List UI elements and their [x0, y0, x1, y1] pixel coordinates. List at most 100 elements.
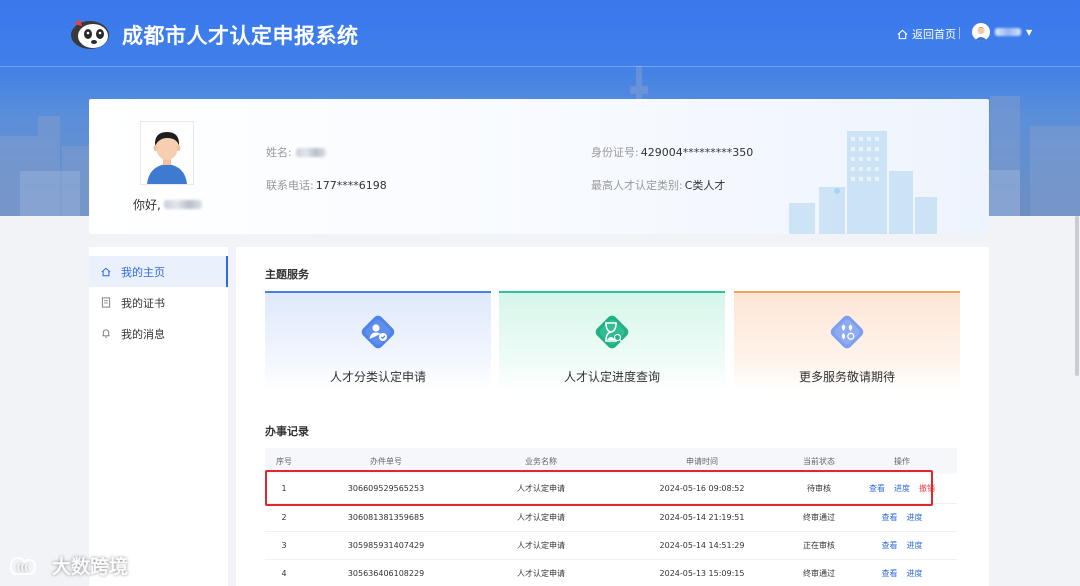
user-check-icon — [361, 315, 395, 349]
site-logo-icon[interactable] — [68, 16, 112, 52]
order-number: 305636406108229 — [347, 569, 425, 578]
phone-label: 联系电话: — [266, 179, 314, 192]
order-number: 306081381359685 — [347, 513, 425, 522]
records-table: 序号 办件单号 业务名称 申请时间 当前状态 操作 1 306609529565… — [265, 448, 957, 586]
scrollbar-thumb[interactable] — [1075, 216, 1079, 376]
business-name: 人才认定申请 — [517, 569, 565, 578]
table-row: 3 305985931407429 人才认定申请 2024-05-14 14:5… — [265, 532, 957, 560]
progress-link[interactable]: 进度 — [907, 568, 923, 579]
home-icon — [897, 29, 908, 39]
service-label: 人才分类认定申请 — [329, 370, 426, 384]
progress-link[interactable]: 进度 — [907, 512, 923, 523]
main-content: 主题服务 人才分类认定申请 人才认定进度查询 更多服务敬请期待 办事记录 序号 … — [236, 247, 989, 586]
greeting-text: 你好, — [133, 196, 202, 213]
greeting-label: 你好, — [133, 198, 161, 212]
table-row: 1 306609529565253 人才认定申请 2024-05-16 09:0… — [265, 474, 957, 504]
row-number: 4 — [281, 569, 287, 578]
column-header: 序号 — [276, 456, 292, 466]
hourglass-search-icon — [595, 315, 629, 349]
phone-field: 联系电话: 177****6198 — [266, 177, 387, 193]
column-header: 业务名称 — [525, 456, 557, 466]
certificate-icon — [100, 297, 112, 308]
table-header: 序号 办件单号 业务名称 申请时间 当前状态 操作 — [265, 448, 957, 474]
apply-time: 2024-05-14 14:51:29 — [659, 541, 745, 550]
name-label: 姓名: — [266, 146, 292, 159]
page-scrollbar[interactable] — [1074, 0, 1080, 586]
header-separator — [959, 27, 960, 39]
category-label: 最高人才认定类别: — [591, 179, 683, 192]
watermark-logo-icon: ((( — [10, 556, 36, 575]
column-header: 操作 — [894, 456, 910, 466]
sidebar-item-label: 我的证书 — [121, 296, 165, 310]
user-menu-dropdown[interactable]: ▼ — [972, 23, 1032, 41]
row-number: 2 — [281, 513, 287, 522]
back-home-link[interactable]: 返回首页 — [897, 26, 956, 42]
business-name: 人才认定申请 — [517, 484, 565, 493]
records-section-title: 办事记录 — [265, 425, 309, 438]
sidebar-item-messages[interactable]: 我的消息 — [89, 318, 228, 349]
revoke-link[interactable]: 撤销 — [919, 483, 935, 494]
header-divider — [0, 66, 1080, 67]
order-number: 306609529565253 — [347, 484, 425, 493]
row-number: 3 — [281, 541, 287, 550]
home-icon — [100, 267, 112, 277]
site-title: 成都市人才认定申报系统 — [122, 24, 359, 48]
decorative-buildings-image — [789, 131, 937, 234]
row-number: 1 — [281, 484, 287, 493]
table-row: 4 305636406108229 人才认定申请 2024-05-13 15:0… — [265, 560, 957, 586]
profile-card: 你好, 姓名: 联系电话: 177****6198 身份证号: 429004**… — [89, 99, 989, 234]
service-label: 更多服务敬请期待 — [798, 370, 895, 384]
service-card-more[interactable]: 更多服务敬请期待 — [734, 291, 960, 391]
column-header: 当前状态 — [803, 456, 835, 466]
id-field: 身份证号: 429004*********350 — [591, 144, 753, 160]
apply-time: 2024-05-16 09:08:52 — [659, 484, 745, 493]
bell-icon — [100, 328, 112, 339]
service-card-talent-application[interactable]: 人才分类认定申请 — [265, 291, 491, 391]
sidebar-item-label: 我的消息 — [121, 327, 165, 341]
user-avatar-icon — [141, 122, 193, 184]
apply-time: 2024-05-14 21:19:51 — [659, 513, 745, 522]
row-actions: 查看 进度 — [847, 512, 957, 523]
svg-text:(((: ((( — [17, 563, 28, 572]
column-header: 办件单号 — [370, 456, 402, 466]
back-home-label: 返回首页 — [912, 28, 956, 41]
view-link[interactable]: 查看 — [882, 540, 898, 551]
view-link[interactable]: 查看 — [869, 483, 885, 494]
user-name-redacted — [163, 200, 202, 209]
watermark-text: 大数跨境 — [52, 556, 129, 578]
status-badge: 正在审核 — [803, 541, 835, 550]
category-field: 最高人才认定类别: C类人才 — [591, 177, 725, 193]
table-row: 2 306081381359685 人才认定申请 2024-05-14 21:1… — [265, 504, 957, 532]
sidebar-item-home[interactable]: 我的主页 — [89, 256, 228, 287]
order-number: 305985931407429 — [347, 541, 425, 550]
user-name-redacted — [995, 28, 1021, 36]
status-badge: 终审通过 — [803, 569, 835, 578]
service-label: 人才认定进度查询 — [563, 370, 660, 384]
chevron-down-icon: ▼ — [1026, 27, 1033, 37]
progress-link[interactable]: 进度 — [894, 483, 910, 494]
profile-avatar — [140, 121, 194, 185]
id-value: 429004*********350 — [640, 145, 754, 159]
phone-value: 177****6198 — [315, 178, 387, 192]
status-badge: 终审通过 — [803, 513, 835, 522]
business-name: 人才认定申请 — [517, 541, 565, 550]
category-value: C类人才 — [684, 179, 726, 192]
row-actions: 查看 进度 撤销 — [847, 483, 957, 494]
sidebar-item-label: 我的主页 — [121, 265, 165, 279]
services-section-title: 主题服务 — [265, 268, 309, 281]
view-link[interactable]: 查看 — [882, 568, 898, 579]
grid-more-icon — [830, 315, 864, 349]
apply-time: 2024-05-13 15:09:15 — [659, 569, 745, 578]
sidebar-item-certificates[interactable]: 我的证书 — [89, 287, 228, 318]
avatar — [972, 23, 990, 41]
view-link[interactable]: 查看 — [882, 512, 898, 523]
id-label: 身份证号: — [591, 146, 639, 159]
column-header: 申请时间 — [686, 456, 718, 466]
watermark: ((( 大数跨境 — [8, 552, 128, 579]
name-value-redacted — [295, 147, 326, 157]
business-name: 人才认定申请 — [517, 513, 565, 522]
progress-link[interactable]: 进度 — [907, 540, 923, 551]
service-card-progress-query[interactable]: 人才认定进度查询 — [499, 291, 725, 391]
status-badge: 待审核 — [807, 484, 831, 493]
sidebar-nav: 我的主页 我的证书 我的消息 — [89, 247, 228, 586]
